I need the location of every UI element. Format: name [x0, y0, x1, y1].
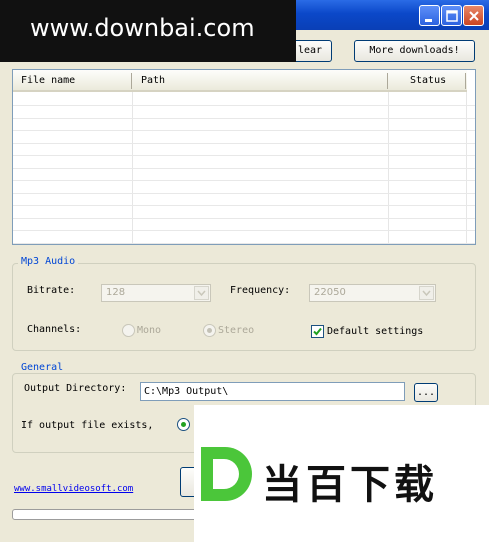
default-settings-checkbox[interactable] — [311, 325, 324, 338]
table-row — [13, 157, 475, 169]
close-icon — [469, 11, 479, 21]
bitrate-label: Bitrate: — [27, 285, 76, 296]
table-row — [13, 194, 475, 206]
website-link[interactable]: www.smallvideosoft.com — [14, 484, 133, 494]
brand-letter: D — [203, 486, 209, 495]
default-settings-label: Default settings — [327, 326, 424, 337]
browse-button[interactable]: ... — [414, 383, 438, 402]
table-row — [13, 119, 475, 131]
file-list[interactable]: File name Path Status — [12, 69, 476, 245]
column-separator — [387, 73, 388, 89]
frequency-label: Frequency: — [230, 285, 291, 296]
progress-bar — [12, 509, 208, 520]
column-separator — [465, 73, 466, 89]
column-separator — [131, 73, 132, 89]
maximize-button[interactable] — [441, 5, 462, 26]
output-directory-input[interactable]: C:\Mp3 Output\ — [140, 382, 405, 401]
output-directory-label: Output Directory: — [24, 383, 127, 394]
mono-radio[interactable] — [122, 324, 135, 337]
brand-logo-icon: D — [195, 443, 257, 505]
if-output-exists-label: If output file exists, — [21, 420, 154, 431]
table-row — [13, 144, 475, 156]
table-row — [13, 232, 475, 244]
table-row — [13, 94, 475, 106]
table-row — [13, 219, 475, 231]
chevron-down-icon — [419, 286, 434, 300]
file-list-header: File name Path Status — [13, 70, 467, 92]
stereo-label: Stereo — [218, 325, 255, 336]
bitrate-select[interactable]: 128 — [101, 284, 211, 302]
overwrite-option-radio[interactable] — [177, 418, 190, 431]
channels-label: Channels: — [27, 324, 82, 335]
mono-label: Mono — [137, 325, 162, 336]
frequency-select[interactable]: 22050 — [309, 284, 436, 302]
checkmark-icon — [313, 327, 322, 336]
column-status[interactable]: Status — [410, 70, 446, 92]
minimize-button[interactable] — [419, 5, 440, 26]
close-button[interactable] — [463, 5, 484, 26]
more-downloads-button[interactable]: More downloads! — [354, 40, 475, 62]
bitrate-value: 128 — [106, 287, 126, 298]
column-path[interactable]: Path — [141, 70, 165, 92]
table-row — [13, 207, 475, 219]
table-row — [13, 169, 475, 181]
mp3-audio-legend: Mp3 Audio — [18, 256, 79, 267]
watermark-text: www.downbai.com — [30, 14, 255, 42]
mp3-audio-group — [12, 263, 476, 351]
table-row — [13, 132, 475, 144]
stereo-radio[interactable] — [203, 324, 216, 337]
table-row — [13, 107, 475, 119]
table-row — [13, 182, 475, 194]
column-file-name[interactable]: File name — [21, 70, 75, 92]
chevron-down-icon — [194, 286, 209, 300]
general-legend: General — [18, 362, 67, 373]
brand-text: 当百下载 — [262, 462, 438, 508]
minimize-icon — [425, 19, 432, 22]
maximize-icon — [446, 10, 458, 22]
frequency-value: 22050 — [314, 287, 346, 298]
